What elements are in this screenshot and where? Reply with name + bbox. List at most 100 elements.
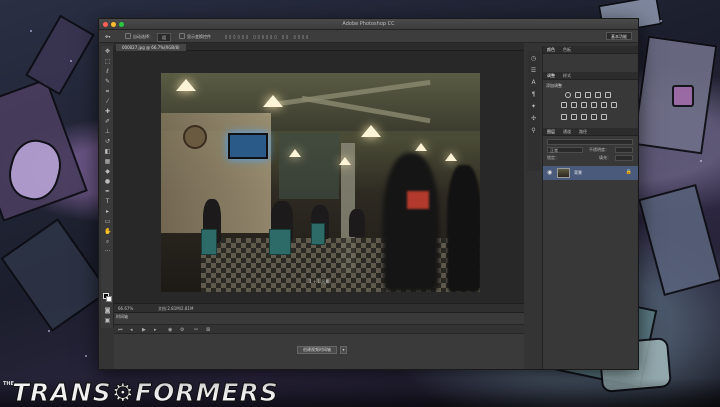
marquee-tool-icon[interactable]: ⬚ — [104, 59, 111, 65]
stamp-tool-icon[interactable]: ⊥ — [104, 129, 111, 135]
auto-select-checkbox[interactable] — [125, 33, 131, 39]
lasso-tool-icon[interactable]: ℓ — [104, 69, 111, 75]
audio-icon[interactable]: ◉ — [168, 326, 172, 334]
tab-styles[interactable]: 样式 — [563, 72, 571, 80]
tab-color[interactable]: 颜色 — [547, 46, 555, 54]
split-icon[interactable]: ✂ — [194, 326, 198, 334]
gradient-tool-icon[interactable]: ▦ — [104, 159, 111, 165]
tab-paths[interactable]: 路径 — [579, 128, 587, 136]
color-panel-tabs: 颜色 色板 — [543, 46, 638, 54]
artwork-shard — [0, 218, 110, 332]
zoom-tool-icon[interactable]: ⌕ — [104, 239, 111, 245]
bw-adjust-icon[interactable] — [581, 102, 587, 108]
opacity-label: 不透明度： — [589, 147, 609, 152]
show-transform-checkbox[interactable] — [179, 33, 185, 39]
layer-filter-field[interactable] — [547, 139, 633, 145]
hand-tool-icon[interactable]: ✋ — [104, 229, 111, 235]
blur-tool-icon[interactable]: ◆ — [104, 169, 111, 175]
photo-lamp — [176, 79, 196, 91]
opacity-field[interactable] — [615, 147, 633, 153]
blend-mode-select[interactable]: 正常 — [547, 147, 583, 153]
artwork-shard — [672, 85, 694, 107]
tab-layers[interactable]: 图层 — [547, 128, 555, 136]
star — [700, 160, 702, 162]
visibility-eye-icon[interactable]: ◉ — [547, 169, 552, 177]
gradient-map-adjust-icon[interactable] — [591, 114, 597, 120]
photo-person — [349, 209, 365, 237]
quick-select-tool-icon[interactable]: ✎ — [104, 79, 111, 85]
lock-icon: 🔒 — [625, 169, 632, 175]
brush-preset-icon[interactable]: ✦ — [530, 103, 537, 110]
fill-field[interactable] — [615, 155, 633, 161]
properties-icon[interactable]: ☰ — [530, 67, 537, 74]
play-icon[interactable]: ▶ — [142, 326, 146, 334]
path-select-tool-icon[interactable]: ▸ — [104, 209, 111, 215]
star — [660, 20, 662, 22]
brightness-adjust-icon[interactable] — [565, 92, 571, 98]
auto-select-dropdown[interactable]: 组 — [157, 33, 171, 42]
selective-color-adjust-icon[interactable] — [601, 114, 607, 120]
color-balance-adjust-icon[interactable] — [571, 102, 577, 108]
invert-adjust-icon[interactable] — [561, 114, 567, 120]
channel-mixer-adjust-icon[interactable] — [601, 102, 607, 108]
photo-red-shirt — [407, 191, 429, 209]
create-video-timeline-button[interactable]: 创建视频时间轴 — [297, 346, 337, 354]
shape-tool-icon[interactable]: ▭ — [104, 219, 111, 225]
document-canvas-image[interactable]: 1 + 1 风景 — [161, 73, 480, 292]
align-icons[interactable]: ▯▯▯▯▯▯ ▯▯▯▯▯▯ ▯▯ ▯▯▯▯ — [225, 33, 310, 40]
pen-tool-icon[interactable]: ✒ — [104, 189, 111, 195]
first-frame-icon[interactable]: ⏮ — [118, 326, 123, 334]
photo-lamp — [263, 95, 283, 107]
brush-tool-icon[interactable]: ✐ — [104, 119, 111, 125]
photo-filter-adjust-icon[interactable] — [591, 102, 597, 108]
photo-motion-figure — [383, 153, 439, 292]
hue-adjust-icon[interactable] — [561, 102, 567, 108]
fill-label: 填充： — [599, 155, 611, 160]
history-brush-icon[interactable]: ↺ — [104, 139, 111, 145]
curves-adjust-icon[interactable] — [585, 92, 591, 98]
quick-mask-icon[interactable]: ◙ — [104, 308, 111, 314]
tools-panel: ✥ ⬚ ℓ ✎ ⌗ ⁄ ✚ ✐ ⊥ ↺ ◧ ▦ ◆ ● ✒ T ▸ ▭ ✋ ⌕ … — [101, 46, 114, 328]
tool-preset-icon[interactable]: ✣ — [530, 115, 537, 122]
eraser-tool-icon[interactable]: ◧ — [104, 149, 111, 155]
document-tab-bar: 000027.jpg @ 66.7%(RGB/8) — [114, 43, 524, 51]
tab-swatches[interactable]: 色板 — [563, 46, 571, 54]
dodge-tool-icon[interactable]: ● — [104, 179, 111, 185]
move-tool-icon[interactable]: ✥▾ — [105, 33, 110, 40]
canvas-area[interactable]: 1 + 1 风景 — [114, 51, 524, 303]
eyedropper-tool-icon[interactable]: ⁄ — [104, 99, 111, 105]
tab-adjustments[interactable]: 调整 — [547, 72, 555, 80]
history-icon[interactable]: ◷ — [530, 55, 537, 62]
layer-row-background[interactable]: ◉ 背景 🔒 — [543, 166, 638, 180]
exposure-adjust-icon[interactable] — [595, 92, 601, 98]
paragraph-icon[interactable]: ¶ — [530, 91, 537, 98]
layer-name: 背景 — [574, 170, 582, 175]
crop-tool-icon[interactable]: ⌗ — [104, 89, 111, 95]
transition-icon[interactable]: ⊠ — [206, 326, 210, 334]
navigator-icon[interactable]: ⚲ — [530, 127, 537, 134]
tab-channels[interactable]: 通道 — [563, 128, 571, 136]
more-tools-icon[interactable]: ··· — [104, 249, 111, 255]
character-icon[interactable]: A — [530, 79, 537, 86]
create-timeline-dropdown[interactable]: ▾ — [340, 346, 347, 354]
settings-icon[interactable]: ⚙ — [180, 326, 184, 334]
healing-tool-icon[interactable]: ✚ — [104, 109, 111, 115]
color-lookup-adjust-icon[interactable] — [611, 102, 617, 108]
star — [30, 30, 32, 32]
photo-chair — [269, 229, 291, 255]
status-bar: 66.67% 文档:2.81M/2.81M — [114, 303, 524, 312]
window-title: Adobe Photoshop CC — [342, 21, 395, 27]
move-tool-icon[interactable]: ✥ — [104, 49, 111, 55]
prev-frame-icon[interactable]: ◂ — [130, 326, 133, 334]
next-frame-icon[interactable]: ▸ — [154, 326, 157, 334]
screen-mode-icon[interactable]: ▣ — [104, 318, 111, 324]
layer-thumbnail — [557, 168, 570, 178]
vibrance-adjust-icon[interactable] — [605, 92, 611, 98]
type-tool-icon[interactable]: T — [104, 199, 111, 205]
document-tab[interactable]: 000027.jpg @ 66.7%(RGB/8) — [116, 44, 186, 51]
levels-adjust-icon[interactable] — [575, 92, 581, 98]
background-color-swatch[interactable] — [106, 296, 112, 302]
threshold-adjust-icon[interactable] — [581, 114, 587, 120]
workspace-switcher[interactable]: 基本功能 — [606, 32, 632, 40]
posterize-adjust-icon[interactable] — [571, 114, 577, 120]
